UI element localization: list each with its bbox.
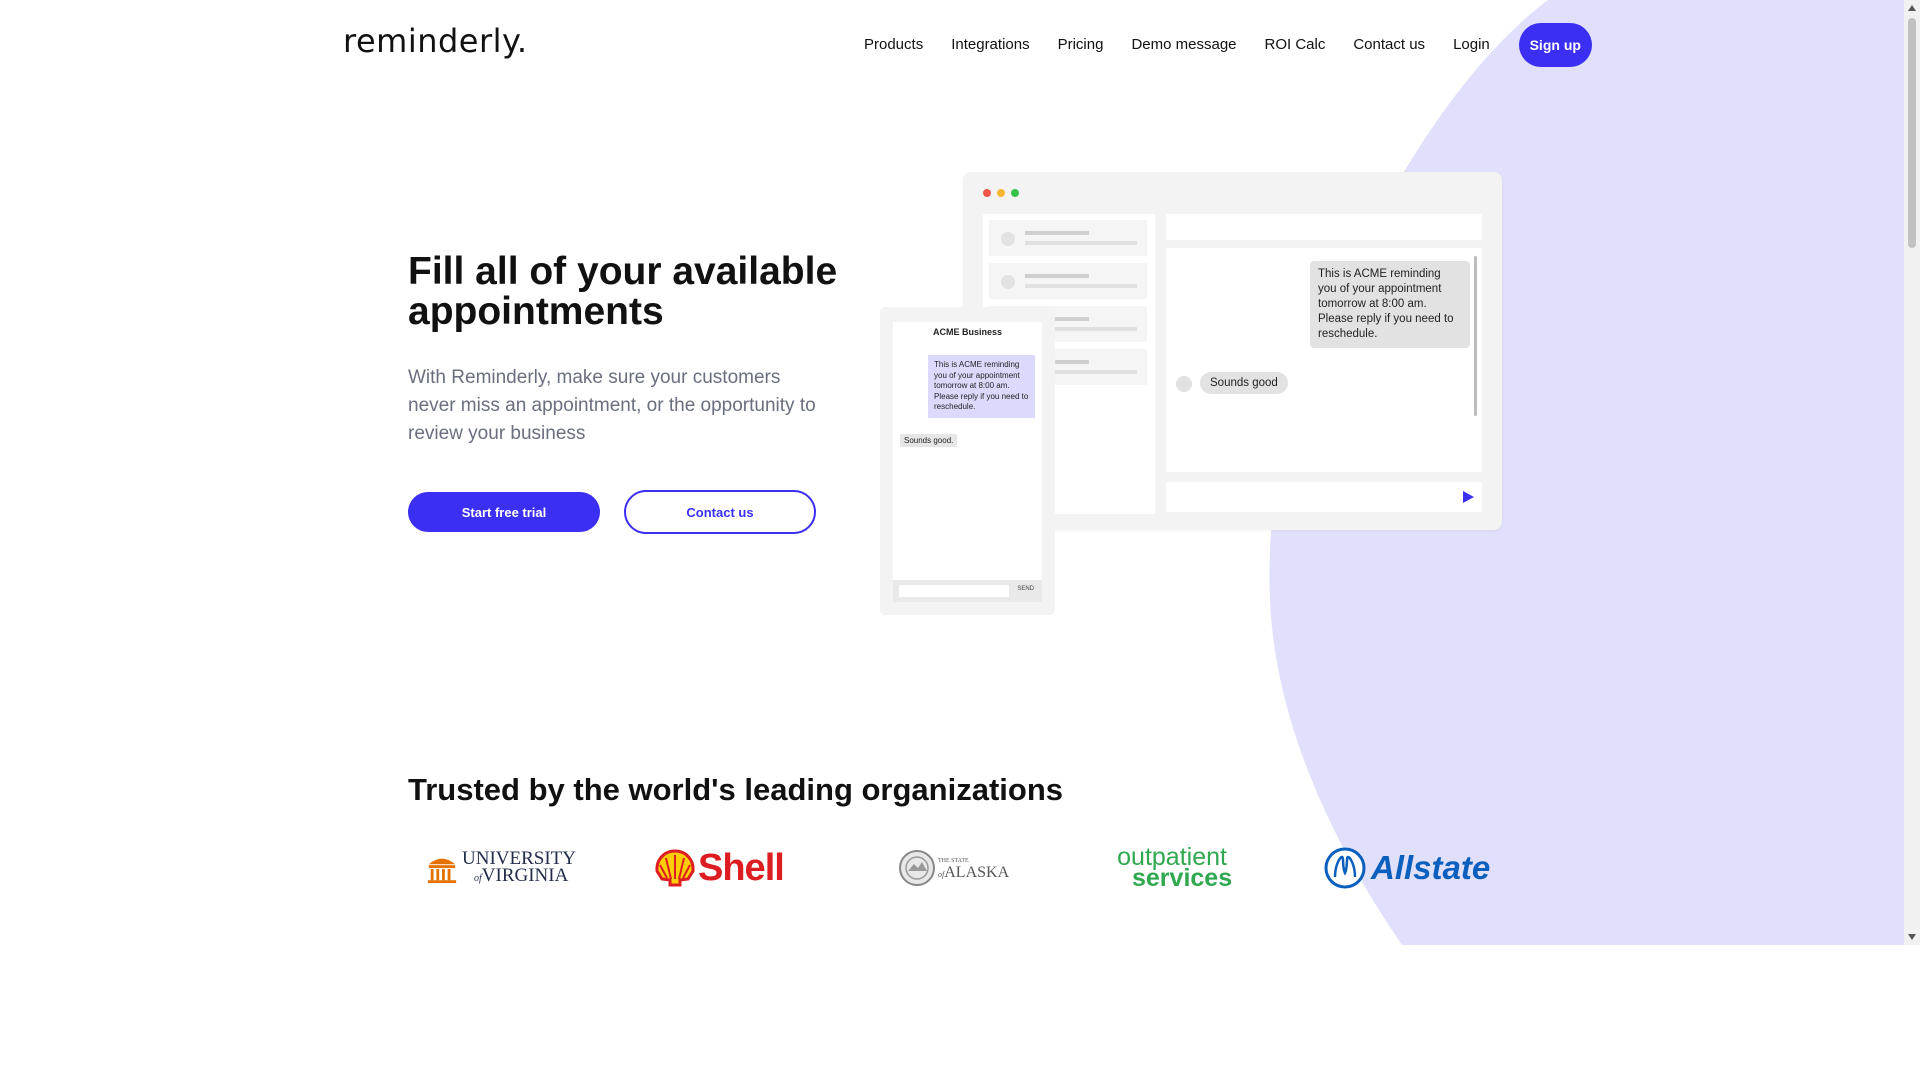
avatar (1176, 376, 1192, 392)
uva-line2: VIRGINIA (481, 864, 569, 886)
window-maximize-dot (1011, 189, 1019, 197)
conversation-item (989, 220, 1147, 256)
rotunda-icon (427, 858, 457, 884)
shell-pecten-icon (655, 849, 695, 887)
outgoing-message: This is ACME reminding you of your appoi… (1310, 261, 1470, 348)
university-of-virginia-logo: UNIVERSITY ofVIRGINIA (426, 838, 576, 898)
window-minimize-dot (997, 189, 1005, 197)
phone-contact-title: ACME Business (932, 327, 1003, 337)
page: reminderly. Products Integrations Pricin… (0, 0, 1904, 945)
allstate-hands-icon (1324, 847, 1366, 889)
phone-text-field (899, 585, 1009, 597)
contact-us-button[interactable]: Contact us (624, 490, 816, 534)
trusted-heading: Trusted by the world's leading organizat… (408, 772, 1064, 807)
phone-incoming-message: Sounds good. (900, 434, 958, 447)
scroll-up-icon[interactable] (1908, 5, 1916, 11)
window-close-dot (983, 189, 991, 197)
state-of-alaska-logo: THE STATE ofALASKA (898, 838, 1018, 898)
nav-login[interactable]: Login (1453, 23, 1490, 67)
incoming-message: Sounds good (1200, 372, 1288, 394)
uva-of: of (474, 872, 482, 884)
main-nav: Products Integrations Pricing Demo messa… (864, 23, 1592, 67)
page-scrollbar[interactable] (1904, 0, 1920, 945)
hero-title: Fill all of your available appointments (408, 250, 838, 333)
phone-send-label: SEND (1017, 586, 1034, 592)
phone-screen: ACME Business This is ACME reminding you… (893, 322, 1042, 580)
conversation-item (989, 263, 1147, 299)
hero-subtitle: With Reminderly, make sure your customer… (408, 367, 816, 444)
alaska-wordmark: ALASKA (944, 864, 1010, 881)
shell-logo: Shell (654, 838, 804, 898)
alaska-seal-icon (899, 850, 935, 886)
phone-chat-mockup: ACME Business This is ACME reminding you… (880, 307, 1055, 615)
shell-wordmark: Shell (698, 846, 785, 889)
nav-contact-us[interactable]: Contact us (1353, 23, 1425, 67)
reminderly-logo[interactable]: reminderly. (343, 22, 528, 60)
customer-logos: UNIVERSITY ofVIRGINIA Shell THE STATE of… (408, 838, 1508, 898)
chat-thread: This is ACME reminding you of your appoi… (1166, 248, 1482, 472)
chat-scrollbar (1474, 256, 1477, 416)
outpatient-line2: services (1132, 864, 1233, 892)
outpatient-services-logo: outpatient services (1112, 838, 1252, 898)
nav-products[interactable]: Products (864, 23, 923, 67)
chat-input (1166, 482, 1482, 512)
nav-integrations[interactable]: Integrations (951, 23, 1029, 67)
phone-outgoing-message: This is ACME reminding you of your appoi… (928, 355, 1035, 418)
nav-demo-message[interactable]: Demo message (1131, 23, 1236, 67)
send-icon (1463, 491, 1474, 503)
nav-roi-calc[interactable]: ROI Calc (1265, 23, 1326, 67)
allstate-wordmark: Allstate (1371, 849, 1491, 886)
chat-header (1166, 214, 1482, 240)
allstate-logo: Allstate (1320, 838, 1500, 898)
nav-pricing[interactable]: Pricing (1058, 23, 1104, 67)
scrollbar-thumb[interactable] (1908, 18, 1916, 248)
phone-input-bar: SEND (893, 580, 1042, 602)
sign-up-button[interactable]: Sign up (1518, 23, 1592, 67)
start-free-trial-button[interactable]: Start free trial (408, 492, 600, 532)
scroll-down-icon[interactable] (1908, 934, 1916, 940)
